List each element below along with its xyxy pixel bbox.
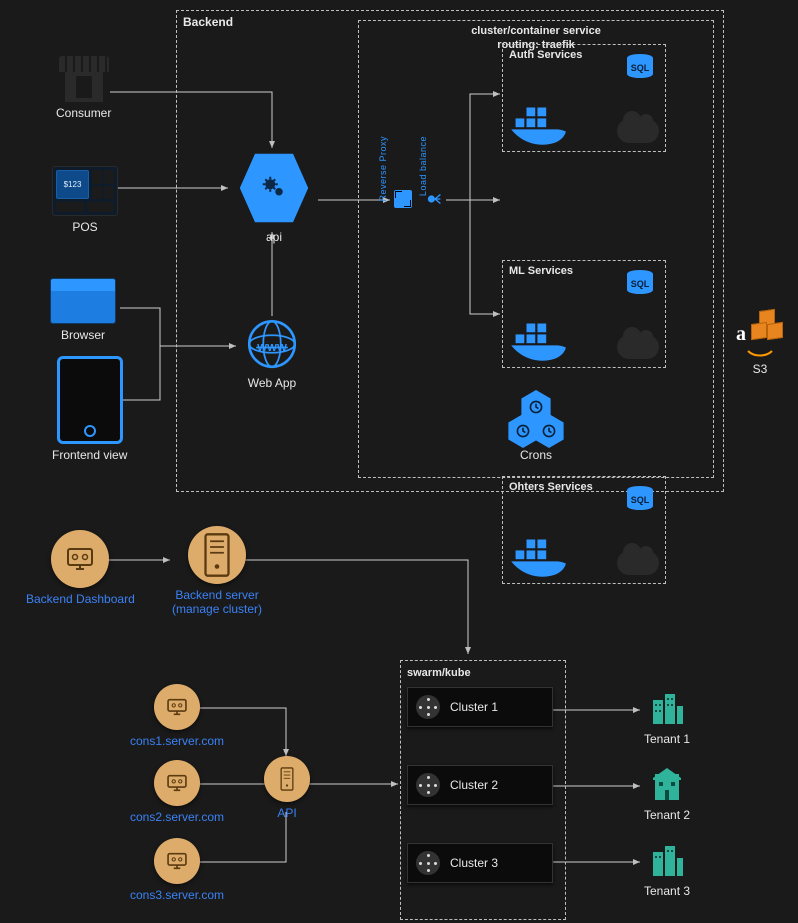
service-others: Ohters Services SQL [502,476,666,584]
amazon-smile-icon [747,350,773,358]
reverse-proxy-label: Reverse Proxy [378,136,388,202]
tenant-1-node: Tenant 1 [644,688,690,746]
consumer-label: cons1.server.com [130,734,224,748]
backend-server-node: Backend server (manage cluster) [172,526,262,617]
monitor-icon [154,684,200,730]
service-auth: Auth Services SQL [502,44,666,152]
server-icon [264,756,310,802]
s3-node: a S3 [736,310,784,376]
docker-icon [509,103,579,147]
cloud-icon [617,551,659,575]
docker-icon [509,535,579,579]
pos-label: POS [72,220,97,234]
reverse-proxy-icon [394,190,412,208]
consumer-node-1: cons1.server.com [130,684,224,748]
dashboard-icon [51,530,109,588]
building-icon [647,840,687,880]
pos-icon: $123 [52,166,118,216]
gears-icon [259,173,289,203]
tenant-label: Tenant 2 [644,808,690,822]
cloud-icon [617,335,659,359]
api-label: api [266,230,282,244]
wheel-icon [416,851,440,875]
service-ml: ML Services SQL [502,260,666,368]
api-bottom-label: API [277,806,296,820]
tenant-2-node: Tenant 2 [644,764,690,822]
consumer-node: Consumer [56,56,111,120]
consumer-node-2: cons2.server.com [130,760,224,824]
webapp-node: WWW Web App [244,316,300,390]
svg-text:WWW: WWW [257,342,287,354]
swarm-container: swarm/kube Cluster 1 Cluster 2 Cluster 3 [400,660,566,920]
storefront-icon [59,56,109,102]
pos-screen-text: $123 [56,170,89,199]
consumer-label: cons2.server.com [130,810,224,824]
consumer-node-3: cons3.server.com [130,838,224,902]
browser-icon [50,278,116,324]
swarm-title: swarm/kube [407,667,559,679]
backend-title: Backend [183,15,233,29]
api-node: api [236,150,312,244]
cluster-row: Cluster 1 [407,687,553,727]
webapp-label: Web App [248,376,296,390]
backend-server-label1: Backend server [175,588,258,602]
cluster-row: Cluster 3 [407,843,553,883]
crons-node: Crons [506,390,566,462]
lb-label-wrap: Load balance [418,136,428,196]
tenant-label: Tenant 3 [644,884,690,898]
backend-dashboard-node: Backend Dashboard [26,530,135,606]
svg-text:SQL: SQL [631,279,650,289]
cloud-icon [617,119,659,143]
api-hexagon-icon [236,150,312,226]
service-title-label: ML Services [509,265,573,277]
svg-text:SQL: SQL [631,495,650,505]
svg-text:SQL: SQL [631,63,650,73]
cluster-label: Cluster 1 [450,700,498,714]
frontend-label: Frontend view [52,448,127,462]
backend-server-label2: (manage cluster) [172,602,262,616]
browser-node: Browser [50,278,116,342]
monitor-icon [154,760,200,806]
globe-icon: WWW [244,316,300,372]
diagram-canvas: Backend cluster/container service routin… [0,0,798,923]
cluster-label: Cluster 2 [450,778,498,792]
api-bottom-node: API [264,756,310,820]
cluster-title: cluster/container service [359,25,713,37]
tablet-icon [57,356,123,444]
wheel-icon [416,773,440,797]
backend-dashboard-label: Backend Dashboard [26,592,135,606]
amazon-a-icon: a [736,323,746,346]
service-title-label: Auth Services [509,49,582,61]
consumer-label: cons3.server.com [130,888,224,902]
wheel-icon [416,695,440,719]
docker-icon [509,319,579,363]
consumer-label: Consumer [56,106,111,120]
tenant-label: Tenant 1 [644,732,690,746]
proxy-group: Reverse Proxy [378,136,388,202]
crons-label: Crons [520,448,552,462]
browser-label: Browser [61,328,105,342]
s3-cubes-icon [748,310,784,346]
s3-label: S3 [753,362,768,376]
load-balance-icon [426,190,444,208]
service-title-label: Ohters Services [509,481,593,493]
pos-node: $123 POS [52,166,118,234]
tenant-3-node: Tenant 3 [644,840,690,898]
frontend-node: Frontend view [52,356,127,462]
cluster-row: Cluster 2 [407,765,553,805]
load-balance-label: Load balance [418,136,428,196]
monitor-icon [154,838,200,884]
building-icon [647,688,687,728]
building-icon [647,764,687,804]
server-icon [188,526,246,584]
cluster-label: Cluster 3 [450,856,498,870]
